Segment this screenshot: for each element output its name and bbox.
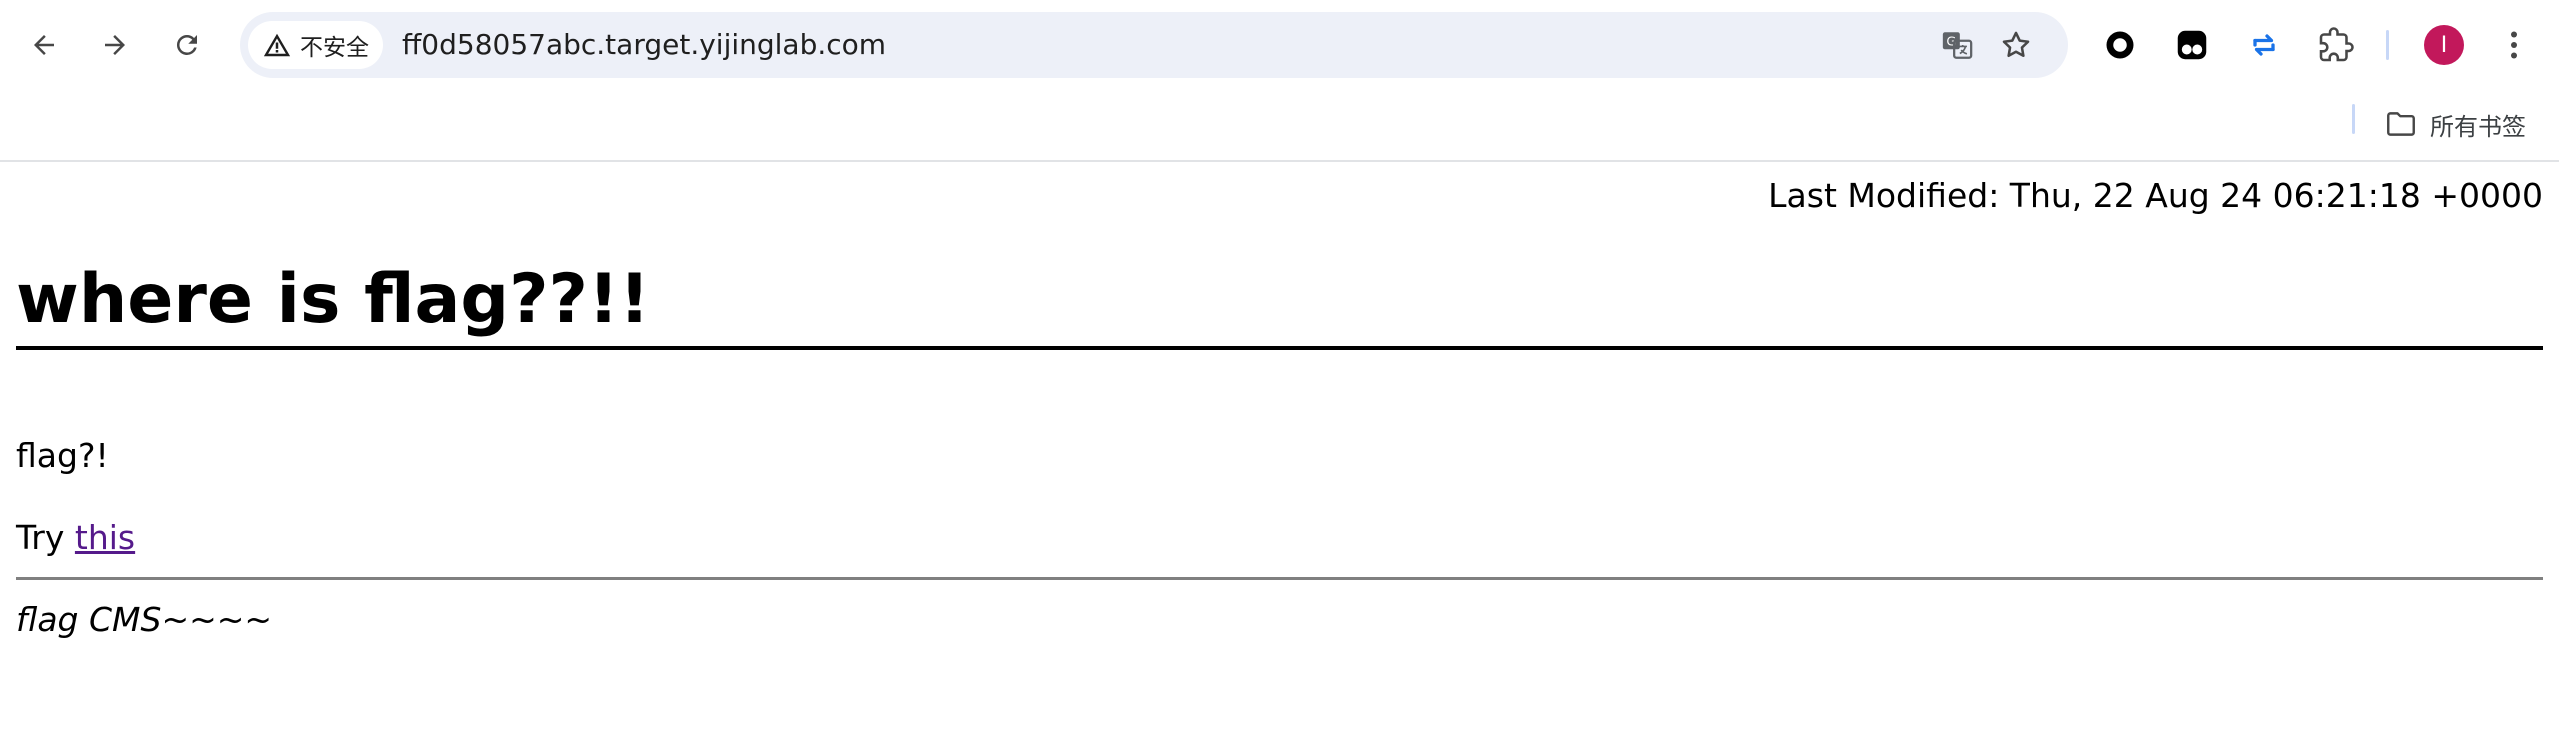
last-modified-text: Last Modified: Thu, 22 Aug 24 06:21:18 +… <box>1768 176 2543 215</box>
reload-icon <box>176 34 197 55</box>
page-heading: where is flag??!! <box>16 260 651 339</box>
toolbar-divider <box>2386 30 2389 60</box>
extensions-menu-button[interactable] <box>2313 22 2359 68</box>
tampermonkey-icon <box>2177 30 2207 60</box>
horizontal-rule <box>16 577 2543 580</box>
this-link[interactable]: this <box>75 518 135 557</box>
page-content: Last Modified: Thu, 22 Aug 24 06:21:18 +… <box>0 162 2559 731</box>
folder-icon <box>2387 112 2415 136</box>
forward-arrow-icon <box>105 35 125 55</box>
browser-chrome: 不安全 ff0d58057abc.target.yijinglab.com G … <box>0 0 2559 162</box>
warning-triangle-icon <box>263 33 291 57</box>
site-security-chip[interactable]: 不安全 <box>248 21 383 69</box>
translate-icon: G <box>1942 32 1973 59</box>
forward-button[interactable] <box>92 22 138 68</box>
extension-circle-button[interactable] <box>2097 22 2143 68</box>
profile-avatar[interactable]: I <box>2424 25 2464 65</box>
back-arrow-icon <box>34 35 54 55</box>
try-prefix: Try <box>16 518 75 557</box>
all-bookmarks-label: 所有书签 <box>2430 112 2526 141</box>
star-icon <box>2002 31 2030 58</box>
url-text[interactable]: ff0d58057abc.target.yijinglab.com <box>402 28 886 62</box>
translate-button[interactable]: G <box>1938 26 1976 64</box>
flag-paragraph: flag?! <box>16 436 109 475</box>
reload-button[interactable] <box>164 22 210 68</box>
circle-extension-icon <box>2106 31 2134 59</box>
repeat-extension-icon <box>2253 34 2275 56</box>
all-bookmarks-button[interactable]: 所有书签 <box>2384 102 2526 146</box>
browser-toolbar: 不安全 ff0d58057abc.target.yijinglab.com G … <box>0 0 2559 92</box>
bookmarks-divider <box>2352 104 2355 134</box>
back-button[interactable] <box>21 22 67 68</box>
security-label: 不安全 <box>300 35 369 61</box>
try-paragraph: Try this <box>16 518 135 557</box>
heading-underline <box>16 346 2543 350</box>
bookmarks-bar: 所有书签 <box>0 92 2559 158</box>
address-bar[interactable]: 不安全 ff0d58057abc.target.yijinglab.com G <box>240 12 2068 78</box>
browser-menu-button[interactable] <box>2491 22 2537 68</box>
extension-tampermonkey-button[interactable] <box>2169 22 2215 68</box>
extension-repeat-button[interactable] <box>2241 22 2287 68</box>
bookmark-star-button[interactable] <box>1997 26 2035 64</box>
kebab-menu-icon <box>2511 31 2517 59</box>
footer-text: flag CMS~~~~ <box>16 600 273 639</box>
puzzle-extensions-icon <box>2319 27 2354 62</box>
